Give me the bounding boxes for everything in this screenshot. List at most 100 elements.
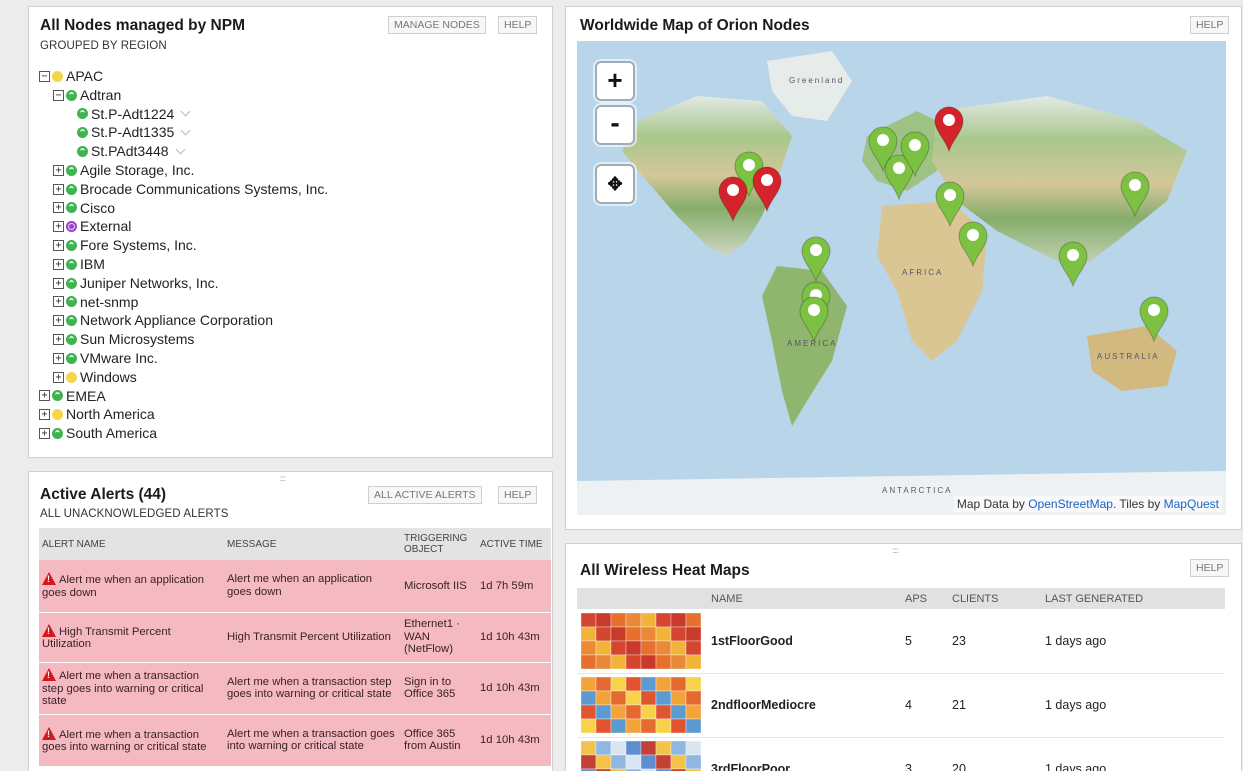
collapse-icon[interactable]: − (53, 89, 64, 101)
heatmap-name[interactable]: 1stFloorGood (705, 609, 899, 674)
collapse-icon[interactable]: − (39, 70, 50, 82)
tree-node[interactable]: − Adtran (39, 86, 328, 105)
tree-node-label[interactable]: South America (66, 424, 157, 443)
alert-row[interactable]: Alert me when an application goes down Al… (39, 560, 551, 613)
alert-row[interactable]: Alert me when a transaction goes into wa… (39, 714, 551, 767)
expand-icon[interactable]: + (53, 277, 64, 289)
tree-node[interactable]: + South America (39, 424, 328, 443)
heatmap-thumbnail[interactable] (581, 741, 701, 771)
heatmap-name[interactable]: 3rdFloorPoor (705, 737, 899, 771)
tree-node-label[interactable]: Cisco (80, 199, 115, 218)
tree-node[interactable]: + Network Appliance Corporation (39, 311, 328, 330)
tree-node-label[interactable]: Network Appliance Corporation (80, 311, 273, 330)
heatmap-row[interactable]: 3rdFloorPoor 3 20 1 days ago (577, 737, 1225, 771)
expand-icon[interactable]: + (53, 164, 64, 176)
expand-icon[interactable]: + (39, 428, 50, 440)
tree-node-label[interactable]: St.PAdt3448 (91, 142, 169, 161)
heatmap-row[interactable]: 1stFloorGood 5 23 1 days ago (577, 609, 1225, 674)
tree-node[interactable]: + Brocade Communications Systems, Inc. (39, 180, 328, 199)
expand-icon[interactable]: + (53, 371, 64, 383)
expand-icon[interactable]: + (53, 258, 64, 270)
col-active-time[interactable]: ACTIVE TIME (477, 528, 551, 560)
openstreetmap-link[interactable]: OpenStreetMap (1028, 497, 1113, 511)
expand-icon[interactable]: + (53, 202, 64, 214)
pan-icon[interactable]: ✥ (595, 164, 635, 204)
tree-node-label[interactable]: net-snmp (80, 293, 138, 312)
col-clients[interactable]: CLIENTS (946, 588, 1039, 609)
tree-node[interactable]: + Cisco (39, 199, 328, 218)
tree-node-label[interactable]: Agile Storage, Inc. (80, 161, 194, 180)
expand-icon[interactable]: + (53, 183, 64, 195)
tree-node[interactable]: St.PAdt3448 (39, 142, 328, 161)
heatmap-thumb-cell[interactable] (577, 673, 705, 738)
expand-icon[interactable]: + (53, 296, 64, 308)
expand-icon[interactable]: + (53, 221, 64, 233)
tree-node[interactable]: + Agile Storage, Inc. (39, 161, 328, 180)
tree-node-label[interactable]: Juniper Networks, Inc. (80, 274, 219, 293)
heatmap-thumbnail[interactable] (581, 612, 701, 669)
expand-icon[interactable]: + (39, 409, 50, 421)
tree-node-label[interactable]: EMEA (66, 387, 106, 406)
tree-node-label[interactable]: North America (66, 405, 155, 424)
drag-handle[interactable]: ::::: (279, 474, 286, 483)
alert-row[interactable]: Alert me when a transaction step goes in… (39, 662, 551, 715)
chevron-down-icon[interactable] (175, 144, 186, 155)
mapquest-link[interactable]: MapQuest (1164, 497, 1219, 511)
chevron-down-icon[interactable] (180, 125, 191, 136)
col-name[interactable]: NAME (705, 588, 899, 609)
tree-node[interactable]: + IBM (39, 255, 328, 274)
tree-node-label[interactable]: Windows (80, 368, 137, 387)
nodes-help-button[interactable]: HELP (498, 16, 538, 34)
tree-node[interactable]: + net-snmp (39, 293, 328, 312)
tree-node[interactable]: + Windows (39, 368, 328, 387)
col-last-generated[interactable]: LAST GENERATED (1039, 588, 1225, 609)
tree-node[interactable]: + Sun Microsystems (39, 330, 328, 349)
zoom-in-button[interactable]: + (595, 61, 635, 101)
col-aps[interactable]: APS (899, 588, 946, 609)
tree-node-label[interactable]: APAC (66, 67, 103, 86)
tree-node-label[interactable]: St.P-Adt1335 (91, 123, 174, 142)
heatmap-name[interactable]: 2ndfloorMediocre (705, 673, 899, 738)
col-triggering-object[interactable]: TRIGGERING OBJECT (401, 528, 477, 560)
expand-icon[interactable]: + (53, 240, 64, 252)
alert-name-cell[interactable]: Alert me when a transaction goes into wa… (39, 714, 224, 767)
heatmap-thumb-cell[interactable] (577, 609, 705, 674)
heatmap-row[interactable]: 2ndfloorMediocre 4 21 1 days ago (577, 673, 1225, 738)
expand-icon[interactable]: + (53, 315, 64, 327)
chevron-down-icon[interactable] (180, 107, 191, 117)
tree-node[interactable]: + Fore Systems, Inc. (39, 236, 328, 255)
tree-node[interactable]: St.P-Adt1224 (39, 105, 328, 124)
alert-name-cell[interactable]: Alert me when an application goes down (39, 560, 224, 613)
tree-node[interactable]: St.P-Adt1335 (39, 123, 328, 142)
alerts-help-button[interactable]: HELP (498, 486, 538, 504)
drag-handle[interactable]: ::::: (892, 546, 899, 555)
tree-node-label[interactable]: External (80, 217, 131, 236)
tree-node[interactable]: − APAC (39, 67, 328, 86)
col-alert-name[interactable]: ALERT NAME (39, 528, 224, 560)
expand-icon[interactable]: + (53, 334, 64, 346)
expand-icon[interactable]: + (39, 390, 50, 402)
zoom-out-button[interactable]: - (595, 105, 635, 145)
alert-name-cell[interactable]: High Transmit Percent Utilization (39, 612, 224, 663)
heatmap-thumb-cell[interactable] (577, 737, 705, 771)
tree-node[interactable]: + North America (39, 405, 328, 424)
manage-nodes-button[interactable]: MANAGE NODES (388, 16, 486, 34)
tree-node-label[interactable]: IBM (80, 255, 105, 274)
heatmap-thumbnail[interactable] (581, 677, 701, 733)
tree-node-label[interactable]: Brocade Communications Systems, Inc. (80, 180, 328, 199)
alert-name-cell[interactable]: Alert me when a transaction step goes in… (39, 662, 224, 715)
col-message[interactable]: MESSAGE (224, 528, 401, 560)
tree-node-label[interactable]: VMware Inc. (80, 349, 158, 368)
alert-row[interactable]: High Transmit Percent Utilization High Tr… (39, 612, 551, 663)
expand-icon[interactable]: + (53, 352, 64, 364)
all-active-alerts-button[interactable]: ALL ACTIVE ALERTS (368, 486, 482, 504)
tree-node-label[interactable]: Adtran (80, 86, 121, 105)
tree-node[interactable]: + VMware Inc. (39, 349, 328, 368)
tree-node[interactable]: + Juniper Networks, Inc. (39, 274, 328, 293)
tree-node-label[interactable]: St.P-Adt1224 (91, 105, 174, 124)
map-help-button[interactable]: HELP (1190, 16, 1230, 34)
tree-node-label[interactable]: Sun Microsystems (80, 330, 194, 349)
tree-node[interactable]: + External (39, 217, 328, 236)
tree-node[interactable]: + EMEA (39, 387, 328, 406)
tree-node-label[interactable]: Fore Systems, Inc. (80, 236, 197, 255)
